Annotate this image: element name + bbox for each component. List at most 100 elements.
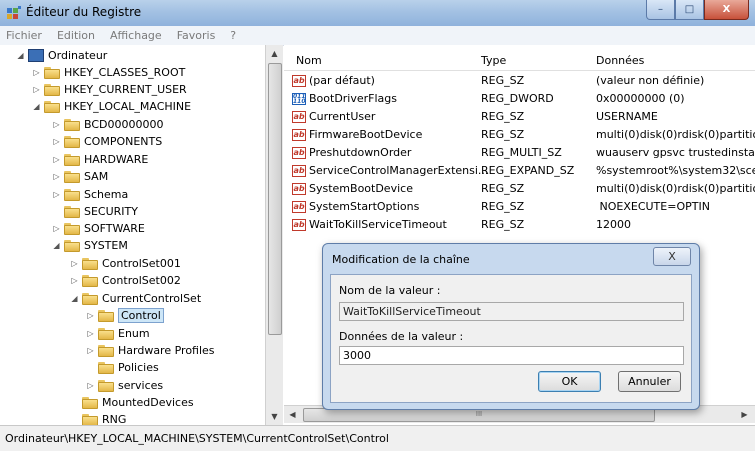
- ok-button[interactable]: OK: [538, 371, 601, 392]
- tree-node-services[interactable]: ▷ services: [86, 377, 163, 394]
- window-title: Éditeur du Registre: [26, 5, 142, 19]
- value-name: ServiceControlManagerExtensi...: [309, 164, 489, 177]
- folder-icon: [98, 327, 114, 340]
- menu-edition[interactable]: Edition: [49, 29, 102, 42]
- expander-icon[interactable]: ▷: [52, 155, 61, 164]
- close-button[interactable]: X: [704, 0, 749, 20]
- expander-icon[interactable]: ▷: [32, 68, 41, 77]
- expander-icon[interactable]: ◢: [16, 51, 25, 60]
- list-item[interactable]: ab WaitToKillServiceTimeout REG_SZ 12000: [284, 216, 755, 234]
- scroll-up-icon[interactable]: ▲: [266, 45, 283, 62]
- folder-icon: [98, 344, 114, 357]
- tree-node-ordinateur[interactable]: ◢ Ordinateur: [16, 47, 107, 64]
- expander-icon: [86, 363, 95, 372]
- tree-node-schema[interactable]: ▷ Schema: [52, 186, 128, 203]
- column-header-name[interactable]: Nom: [296, 54, 322, 67]
- expander-icon[interactable]: ▷: [70, 259, 79, 268]
- expander-icon[interactable]: ▷: [52, 172, 61, 181]
- list-item[interactable]: ab SystemBootDevice REG_SZ multi(0)disk(0…: [284, 180, 755, 198]
- scrollbar-thumb[interactable]: [268, 63, 282, 335]
- string-value-icon: ab: [292, 183, 306, 195]
- value-data: 0x00000000 (0): [596, 92, 685, 105]
- value-name-field: [339, 302, 684, 321]
- tree-node-label: MountedDevices: [102, 396, 194, 409]
- list-item[interactable]: ab FirmwareBootDevice REG_SZ multi(0)disk…: [284, 126, 755, 144]
- tree-node-label: SECURITY: [84, 205, 138, 218]
- scrollbar-thumb[interactable]: III: [303, 408, 655, 422]
- tree-node-label: ControlSet001: [102, 257, 181, 270]
- expander-icon[interactable]: ▷: [86, 381, 95, 390]
- value-name: WaitToKillServiceTimeout: [309, 218, 447, 231]
- expander-icon[interactable]: ▷: [86, 311, 95, 320]
- expander-icon[interactable]: ▷: [52, 224, 61, 233]
- expander-icon[interactable]: ▷: [52, 120, 61, 129]
- column-header-type[interactable]: Type: [481, 54, 506, 67]
- tree-node-components[interactable]: ▷ COMPONENTS: [52, 133, 162, 150]
- folder-icon: [64, 205, 80, 218]
- folder-icon: [44, 100, 60, 113]
- tree-node-hkey-current-user[interactable]: ▷ HKEY_CURRENT_USER: [32, 81, 186, 98]
- tree-node-currentcontrolset[interactable]: ◢ CurrentControlSet: [70, 290, 201, 307]
- tree-node-hkey-classes-root[interactable]: ▷ HKEY_CLASSES_ROOT: [32, 64, 185, 81]
- tree-node-control[interactable]: ▷ Control: [86, 307, 164, 324]
- tree-node-enum[interactable]: ▷ Enum: [86, 325, 149, 342]
- menu-affichage[interactable]: Affichage: [102, 29, 169, 42]
- tree-node-label: CurrentControlSet: [102, 292, 202, 305]
- value-type: REG_SZ: [481, 74, 525, 87]
- value-data-input[interactable]: [339, 346, 684, 365]
- value-data: multi(0)disk(0)rdisk(0)partition: [596, 182, 755, 195]
- expander-icon[interactable]: ▷: [52, 137, 61, 146]
- tree-node-hardware-profiles[interactable]: ▷ Hardware Profiles: [86, 342, 214, 359]
- menu-favoris[interactable]: Favoris: [169, 29, 223, 42]
- tree-node-sam[interactable]: ▷ SAM: [52, 168, 108, 185]
- value-name: BootDriverFlags: [309, 92, 398, 105]
- minimize-button[interactable]: –: [646, 0, 675, 20]
- status-bar: Ordinateur\HKEY_LOCAL_MACHINE\SYSTEM\Cur…: [0, 425, 755, 451]
- list-item[interactable]: ab ServiceControlManagerExtensi... REG_EX…: [284, 162, 755, 180]
- value-data: (valeur non définie): [596, 74, 705, 87]
- tree-node-security[interactable]: SECURITY: [52, 203, 138, 220]
- column-header-data[interactable]: Données: [596, 54, 644, 67]
- tree-scrollbar[interactable]: ▲ ▼: [265, 45, 283, 425]
- cancel-button[interactable]: Annuler: [618, 371, 681, 392]
- tree-node-label: HARDWARE: [84, 153, 149, 166]
- tree-node-bcd00000000[interactable]: ▷ BCD00000000: [52, 116, 163, 133]
- expander-icon[interactable]: ◢: [52, 241, 61, 250]
- tree-node-label: ControlSet002: [102, 274, 181, 287]
- tree-node-hardware[interactable]: ▷ HARDWARE: [52, 151, 148, 168]
- list-item[interactable]: ab CurrentUser REG_SZ USERNAME: [284, 108, 755, 126]
- expander-icon[interactable]: ◢: [70, 294, 79, 303]
- list-item[interactable]: ab SystemStartOptions REG_SZ NOEXECUTE=OP…: [284, 198, 755, 216]
- scroll-left-icon[interactable]: ◀: [284, 406, 301, 423]
- expander-icon[interactable]: ▷: [86, 346, 95, 355]
- tree-node-system[interactable]: ◢ SYSTEM: [52, 237, 127, 254]
- expander-icon[interactable]: ◢: [32, 102, 41, 111]
- menu-help[interactable]: ?: [222, 29, 243, 42]
- tree-node-rng[interactable]: RNG: [70, 411, 126, 425]
- scroll-down-icon[interactable]: ▼: [266, 408, 283, 425]
- expander-icon[interactable]: ▷: [32, 85, 41, 94]
- menu-fichier[interactable]: Fichier: [0, 29, 49, 42]
- expander-icon[interactable]: ▷: [86, 329, 95, 338]
- folder-icon: [64, 118, 80, 131]
- tree-node-mounteddevices[interactable]: MountedDevices: [70, 394, 194, 411]
- expander-icon: [70, 398, 79, 407]
- tree-node-software[interactable]: ▷ SOFTWARE: [52, 220, 144, 237]
- list-item[interactable]: ab PreshutdownOrder REG_MULTI_SZ wuauserv…: [284, 144, 755, 162]
- expander-icon[interactable]: ▷: [70, 276, 79, 285]
- value-data: NOEXECUTE=OPTIN: [596, 200, 710, 213]
- scroll-right-icon[interactable]: ▶: [736, 406, 753, 423]
- string-value-icon: ab: [292, 165, 306, 177]
- list-item[interactable]: ab (par défaut) REG_SZ (valeur non défini…: [284, 72, 755, 90]
- tree-node-hkey-local-machine[interactable]: ◢ HKEY_LOCAL_MACHINE: [32, 98, 191, 115]
- maximize-button[interactable]: □: [675, 0, 704, 20]
- tree-node-controlset001[interactable]: ▷ ControlSet001: [70, 255, 181, 272]
- expander-icon[interactable]: ▷: [52, 190, 61, 199]
- tree-node-controlset002[interactable]: ▷ ControlSet002: [70, 272, 181, 289]
- tree-node-policies[interactable]: Policies: [86, 359, 159, 376]
- list-item[interactable]: 011 110 BootDriverFlags REG_DWORD 0x000000…: [284, 90, 755, 108]
- value-name: SystemBootDevice: [309, 182, 413, 195]
- dialog-close-button[interactable]: X: [653, 247, 691, 266]
- value-type: REG_EXPAND_SZ: [481, 164, 575, 177]
- value-data: %systemroot%\system32\scext: [596, 164, 755, 177]
